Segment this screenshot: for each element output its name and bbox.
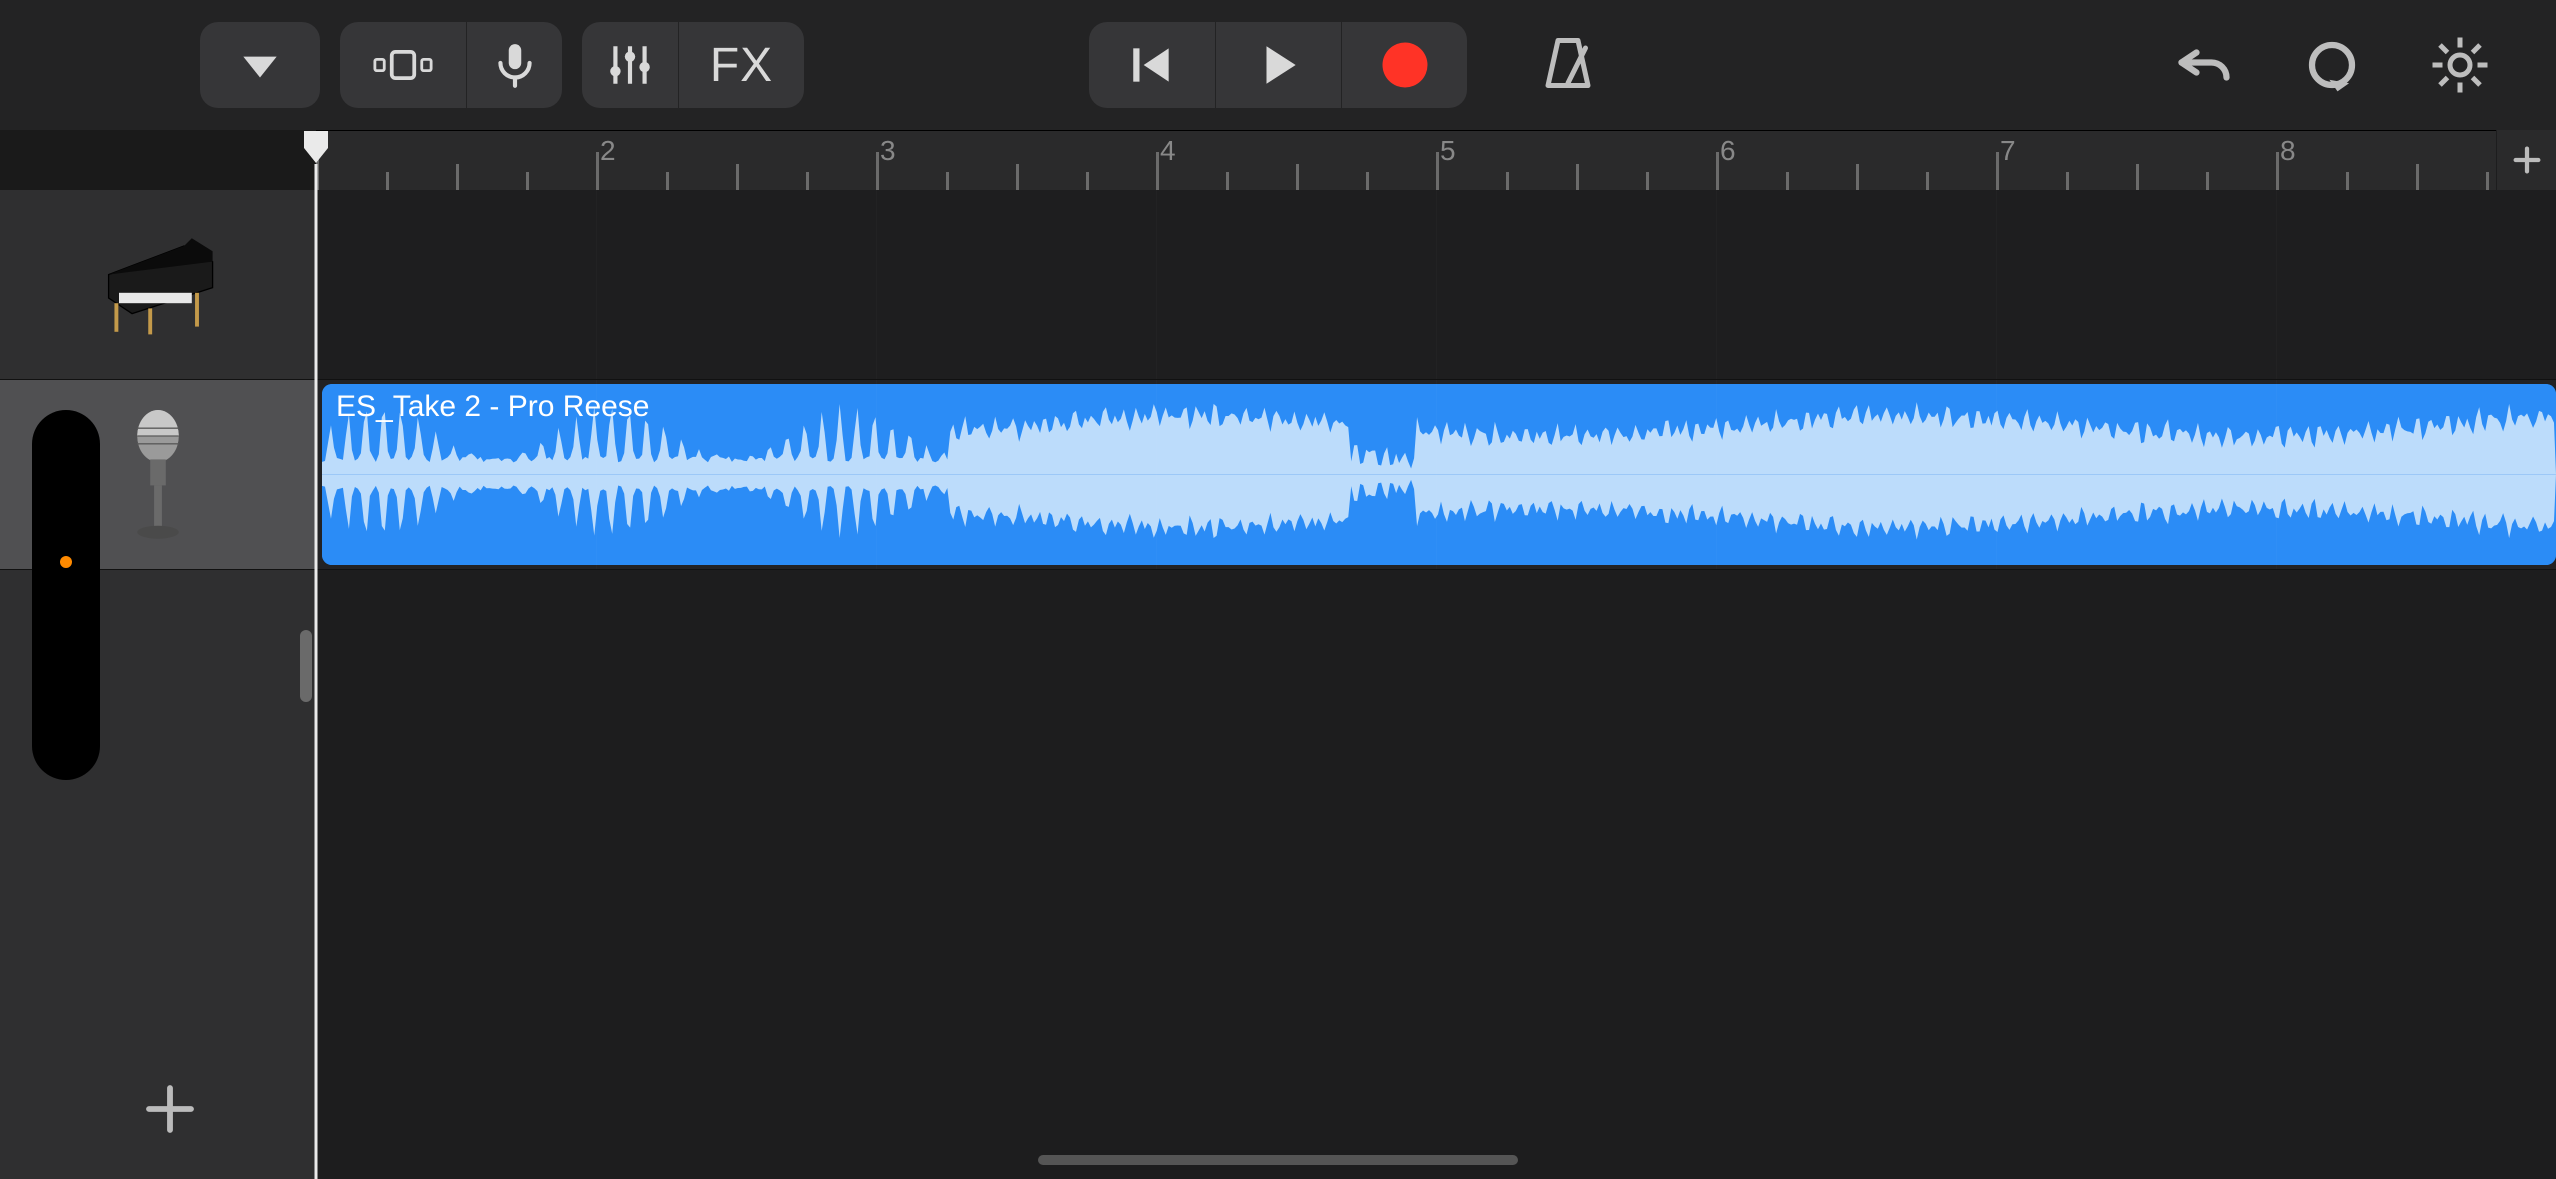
plus-icon	[142, 1081, 198, 1137]
timeline-ruler[interactable]: 2 3 4 5 6 7 8	[316, 130, 2556, 190]
mic-input-button[interactable]	[466, 22, 562, 108]
rewind-button[interactable]	[1089, 22, 1215, 108]
track-header-piano[interactable]	[0, 190, 315, 380]
add-track-button[interactable]	[130, 1069, 210, 1149]
track-header-column	[0, 190, 316, 1179]
toolbar-right	[2168, 29, 2496, 101]
mixer-sliders-icon	[605, 40, 655, 90]
transport-controls	[1089, 22, 1467, 108]
fx-button[interactable]: FX	[678, 22, 804, 108]
mixer-button[interactable]	[582, 22, 678, 108]
metronome-button[interactable]	[1538, 33, 1598, 98]
top-toolbar: FX	[0, 0, 2556, 130]
view-mic-group	[340, 22, 562, 108]
settings-button[interactable]	[2424, 29, 2496, 101]
ruler-bar-number: 5	[1440, 135, 1456, 167]
mixer-fx-group: FX	[582, 22, 804, 108]
home-indicator	[1038, 1155, 1518, 1165]
triangle-down-icon	[235, 40, 285, 90]
tracks-menu-button[interactable]	[200, 22, 320, 108]
ruler-bar-number: 6	[1720, 135, 1736, 167]
waveform-display	[322, 384, 2556, 565]
playhead-handle[interactable]	[303, 130, 329, 164]
add-section-button[interactable]	[2496, 130, 2556, 190]
metronome-icon	[1538, 33, 1598, 93]
undo-icon	[2174, 35, 2234, 95]
dynamic-island	[32, 410, 100, 780]
track-lane-audio[interactable]: ES_Take 2 - Pro Reese	[316, 380, 2556, 570]
plus-icon	[2510, 143, 2544, 177]
rewind-to-start-icon	[1127, 40, 1177, 90]
track-lane-piano[interactable]	[316, 190, 2556, 380]
ruler-bar-number: 8	[2280, 135, 2296, 167]
track-view-icon	[373, 35, 433, 95]
playhead-line	[315, 164, 318, 1179]
piano-instrument-icon	[83, 210, 233, 360]
recording-indicator-dot	[60, 556, 72, 568]
ruler-bar-number: 3	[880, 135, 896, 167]
play-button[interactable]	[1215, 22, 1341, 108]
loop-icon	[2302, 35, 2362, 95]
undo-button[interactable]	[2168, 29, 2240, 101]
audio-region-label: ES_Take 2 - Pro Reese	[336, 390, 650, 424]
record-icon	[1375, 35, 1435, 95]
ruler-bar-number: 2	[600, 135, 616, 167]
record-button[interactable]	[1341, 22, 1467, 108]
view-toggle-button[interactable]	[340, 22, 466, 108]
track-scroll-thumb[interactable]	[300, 630, 312, 702]
loop-button[interactable]	[2296, 29, 2368, 101]
track-lanes[interactable]: ES_Take 2 - Pro Reese	[316, 190, 2556, 1179]
gear-icon	[2430, 35, 2490, 95]
microphone-instrument-icon	[83, 400, 233, 550]
play-icon	[1254, 40, 1304, 90]
audio-region[interactable]: ES_Take 2 - Pro Reese	[322, 384, 2556, 565]
fx-label: FX	[710, 38, 773, 93]
ruler-bar-number: 7	[2000, 135, 2016, 167]
microphone-icon	[490, 40, 540, 90]
ruler-bar-number: 4	[1160, 135, 1176, 167]
